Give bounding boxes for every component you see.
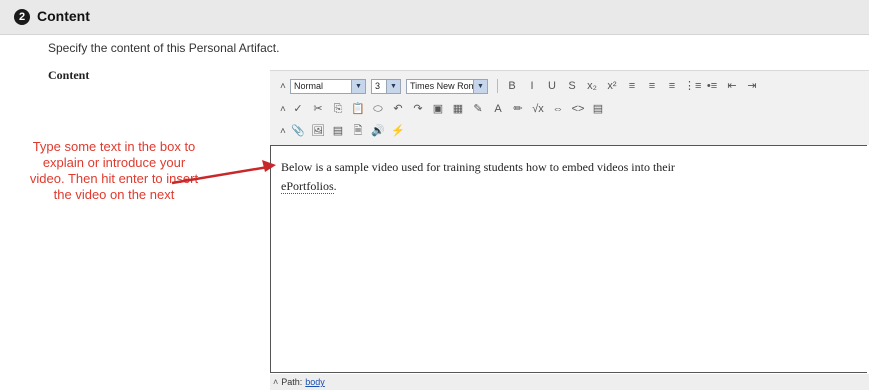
annotation-arrow-icon <box>171 160 276 185</box>
